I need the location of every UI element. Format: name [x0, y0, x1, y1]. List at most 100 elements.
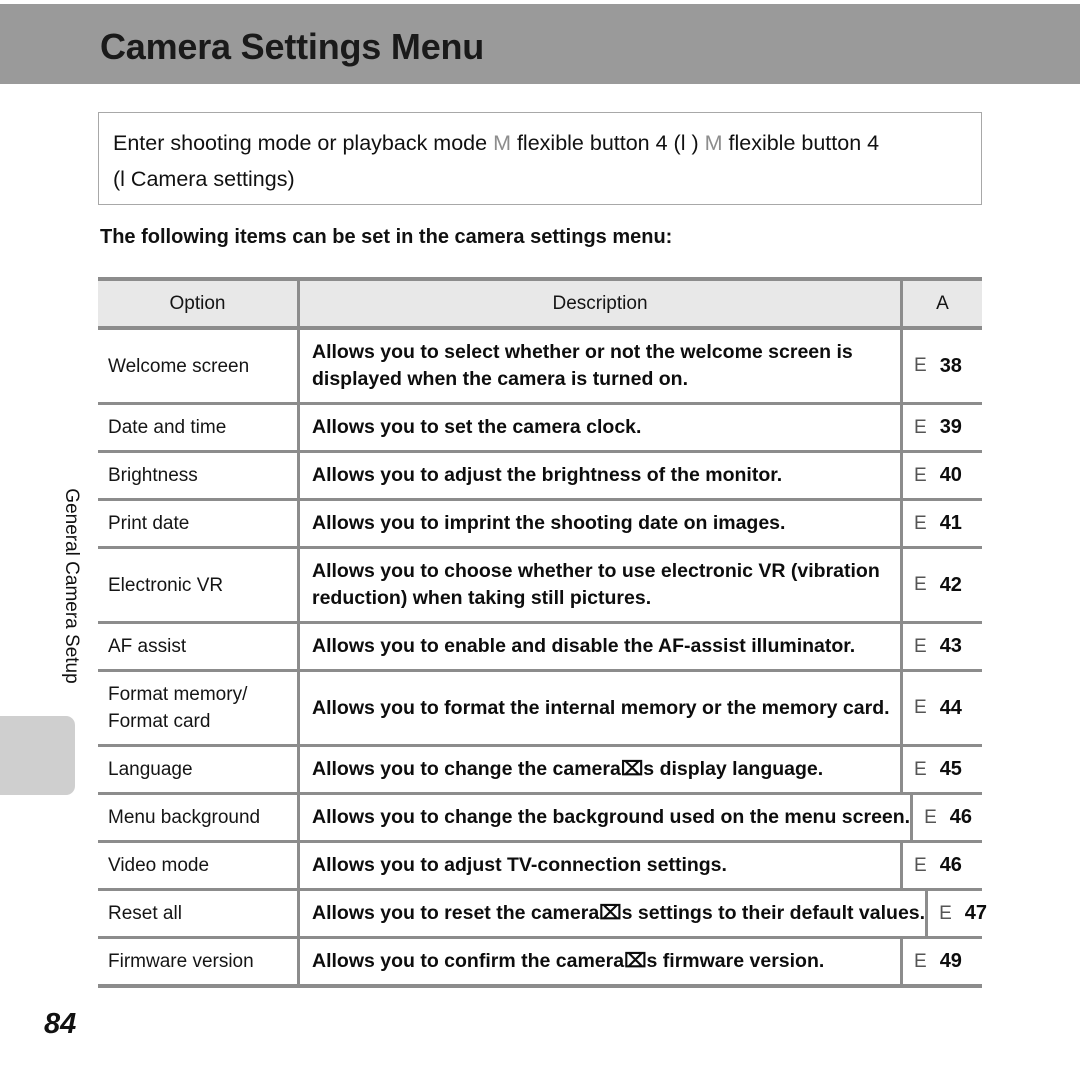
section-tab-label: General Camera Setup — [61, 488, 82, 684]
arrow-icon: M — [493, 131, 511, 155]
cell-description-text: Allows you to change the background used… — [312, 806, 911, 828]
reference-symbol-icon: E — [914, 950, 927, 972]
instruction-line1-part3: ) — [685, 131, 705, 155]
cell-description: Allows you to adjust TV-connection setti… — [297, 843, 900, 888]
table-row: AF assist Allows you to enable and disabl… — [98, 624, 982, 672]
cell-description: Allows you to select whether or not the … — [297, 330, 900, 402]
cell-description: Allows you to enable and disable the AF-… — [297, 624, 900, 669]
cell-description: Allows you to set the camera clock. — [297, 405, 900, 450]
reference-page-number: 41 — [939, 512, 962, 534]
cell-description-text: Allows you to enable and disable the AF-… — [312, 635, 856, 657]
cell-description: Allows you to change the background used… — [297, 795, 910, 840]
cell-description: Allows you to adjust the brightness of t… — [297, 453, 900, 498]
cell-option: Language — [108, 759, 193, 780]
reference-symbol-icon: E — [914, 854, 927, 876]
reference-symbol-icon: E — [914, 635, 927, 657]
page-number: 84 — [44, 1008, 77, 1040]
cell-description-text: Allows you to select whether or not the … — [312, 341, 853, 390]
reference-symbol-icon: E — [914, 355, 927, 376]
table-row: Brightness Allows you to adjust the brigh… — [98, 453, 982, 501]
table-row: Firmware version Allows you to confirm th… — [98, 939, 982, 984]
cell-option: Firmware version — [108, 951, 254, 972]
page-title: Camera Settings Menu — [100, 26, 485, 67]
cell-reference: E 47 — [925, 891, 1007, 936]
cell-reference: E 38 — [900, 330, 982, 402]
cell-option: Brightness — [108, 465, 198, 486]
reference-page-number: 47 — [964, 902, 987, 924]
reference-symbol-icon: E — [914, 574, 927, 595]
cell-reference: E 46 — [910, 795, 992, 840]
cell-option: Electronic VR — [108, 574, 224, 596]
reference-page-number: 49 — [939, 950, 962, 972]
cell-option: Menu background — [108, 807, 261, 828]
column-header-reference: A — [900, 281, 982, 326]
cell-description-text: Allows you to adjust the brightness of t… — [312, 464, 783, 486]
cell-option: Reset all — [108, 903, 182, 924]
reference-page-number: 39 — [939, 416, 962, 438]
cell-option: Welcome screen — [108, 355, 250, 377]
cell-reference: E 44 — [900, 672, 982, 744]
cell-reference: E 45 — [900, 747, 982, 792]
cell-description-text: Allows you to change the camera⌧s displa… — [312, 758, 824, 780]
table-row: Print date Allows you to imprint the shoo… — [98, 501, 982, 549]
reference-page-number: 42 — [939, 573, 962, 596]
table-row: Language Allows you to change the camera⌧… — [98, 747, 982, 795]
instruction-callout-box: Enter shooting mode or playback mode M f… — [98, 112, 982, 205]
table-subtitle: The following items can be set in the ca… — [100, 226, 673, 248]
cell-description-text: Allows you to set the camera clock. — [312, 416, 642, 438]
table-row: Date and time Allows you to set the camer… — [98, 405, 982, 453]
instruction-line2-part2: Camera settings) — [124, 167, 295, 191]
column-header-description: Description — [297, 281, 900, 326]
reference-symbol-icon: E — [914, 758, 927, 780]
reference-symbol-icon: E — [914, 697, 927, 718]
cell-description-text: Allows you to confirm the camera⌧s firmw… — [312, 950, 825, 972]
cell-reference: E 46 — [900, 843, 982, 888]
cell-reference: E 39 — [900, 405, 982, 450]
cell-description-text: Allows you to imprint the shooting date … — [312, 512, 786, 534]
column-header-option: Option — [169, 293, 226, 314]
cell-option: Format memory/ Format card — [108, 684, 248, 732]
cell-reference: E 41 — [900, 501, 982, 546]
table-row: Format memory/ Format card Allows you to … — [98, 672, 982, 747]
cell-description-text: Allows you to adjust TV-connection setti… — [312, 854, 727, 876]
cell-reference: E 40 — [900, 453, 982, 498]
reference-page-number: 40 — [939, 464, 962, 486]
camera-settings-table: Option Description A Welcome screen Allow… — [98, 277, 987, 988]
reference-symbol-icon: E — [914, 464, 927, 486]
reference-symbol-icon: E — [924, 806, 937, 828]
reference-page-number: 45 — [939, 758, 962, 780]
cell-reference: E 42 — [900, 549, 982, 621]
cell-description: Allows you to confirm the camera⌧s firmw… — [297, 939, 900, 984]
table-row: Reset all Allows you to reset the camera⌧… — [98, 891, 987, 939]
instruction-text: Enter shooting mode or playback mode M f… — [113, 125, 971, 197]
instruction-line1-part1: Enter shooting mode or playback mode — [113, 131, 494, 155]
arrow-icon-2: M — [704, 131, 723, 155]
cell-description: Allows you to change the camera⌧s displa… — [297, 747, 900, 792]
reference-page-number: 46 — [939, 854, 962, 876]
reference-page-number: 46 — [949, 806, 973, 828]
reference-page-number: 44 — [939, 696, 962, 719]
table-row: Welcome screen Allows you to select wheth… — [98, 330, 982, 405]
reference-symbol-icon: E — [914, 512, 927, 534]
table-row: Menu background Allows you to change the … — [98, 795, 982, 843]
cell-description: Allows you to choose whether to use elec… — [297, 549, 900, 621]
section-tab-marker — [0, 716, 75, 795]
cell-description-text: Allows you to choose whether to use elec… — [312, 560, 880, 609]
reference-symbol-icon: E — [914, 416, 927, 438]
cell-description-text: Allows you to format the internal memory… — [312, 696, 890, 719]
cell-option: AF assist — [108, 636, 187, 657]
cell-reference: E 43 — [900, 624, 982, 669]
cell-option: Print date — [108, 513, 190, 534]
reference-page-number: 43 — [939, 635, 962, 657]
table-row: Electronic VR Allows you to choose whethe… — [98, 549, 982, 624]
cell-description: Allows you to imprint the shooting date … — [297, 501, 900, 546]
cell-description-text: Allows you to reset the camera⌧s setting… — [312, 902, 926, 924]
cell-option: Video mode — [108, 855, 210, 876]
instruction-line1-part2: flexible button 4 ( — [510, 131, 681, 155]
cell-reference: E 49 — [900, 939, 982, 984]
instruction-line1-part4: flexible button 4 — [722, 131, 880, 155]
cell-description: Allows you to format the internal memory… — [297, 672, 900, 744]
cell-description: Allows you to reset the camera⌧s setting… — [297, 891, 925, 936]
reference-page-number: 38 — [939, 354, 962, 377]
reference-symbol-icon: E — [939, 902, 952, 924]
